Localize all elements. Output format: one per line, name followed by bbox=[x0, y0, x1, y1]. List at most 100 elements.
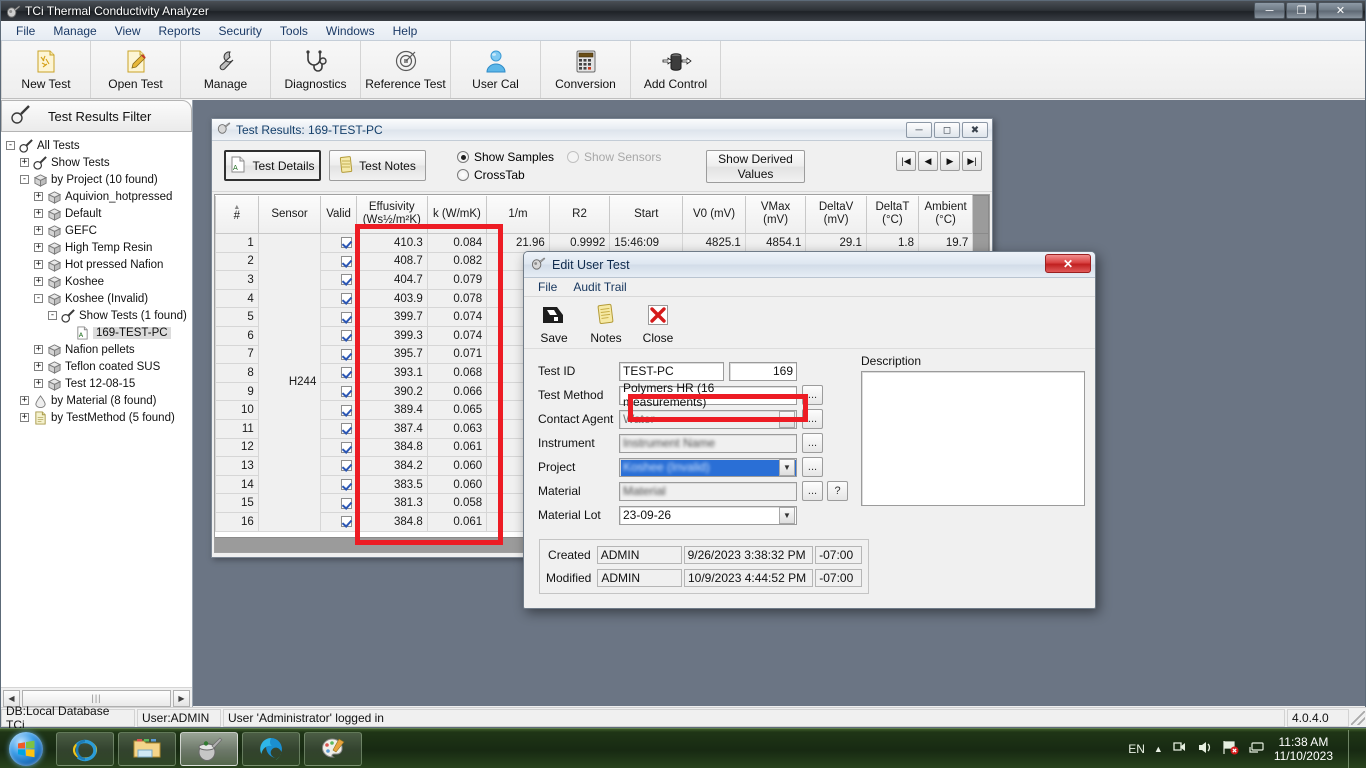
radio-show-samples[interactable]: Show Samples bbox=[457, 148, 554, 166]
cell-valid-checkbox[interactable] bbox=[320, 437, 357, 458]
toolbar-button-manage[interactable]: Manage bbox=[181, 41, 271, 98]
nav-last-button[interactable]: ▶| bbox=[962, 151, 982, 171]
tree-node[interactable]: + by Material (8 found) bbox=[4, 392, 192, 409]
collapse-icon[interactable]: - bbox=[34, 294, 43, 303]
menu-help[interactable]: Help bbox=[384, 22, 427, 40]
test-results-minimize-button[interactable]: ─ bbox=[906, 122, 932, 138]
cell-valid-checkbox[interactable] bbox=[320, 493, 357, 513]
column-header[interactable]: Effusivity (Ws½/m²K) bbox=[355, 195, 428, 234]
column-header[interactable]: V0 (mV) bbox=[682, 195, 746, 234]
expand-icon[interactable]: + bbox=[34, 277, 43, 286]
instrument-browse-button[interactable]: ... bbox=[802, 433, 823, 453]
taskbar-item-internet-explorer[interactable] bbox=[56, 731, 114, 766]
menu-manage[interactable]: Manage bbox=[44, 22, 105, 40]
dialog-menu-file[interactable]: File bbox=[530, 279, 565, 295]
menu-file[interactable]: File bbox=[7, 22, 44, 40]
test-details-button[interactable]: A Test Details bbox=[224, 150, 321, 181]
column-header[interactable]: Valid bbox=[320, 195, 357, 234]
nav-first-button[interactable]: |◀ bbox=[896, 151, 916, 171]
cell-valid-checkbox[interactable] bbox=[320, 456, 357, 476]
tree-node[interactable]: + Teflon coated SUS bbox=[4, 358, 192, 375]
contact-agent-browse-button[interactable]: ... bbox=[802, 409, 823, 429]
test-notes-button[interactable]: Test Notes bbox=[329, 150, 426, 181]
project-browse-button[interactable]: ... bbox=[802, 457, 823, 477]
dialog-menu-audit-trail[interactable]: Audit Trail bbox=[565, 279, 634, 295]
expand-icon[interactable]: + bbox=[34, 192, 43, 201]
tray-action-center-icon[interactable] bbox=[1172, 740, 1188, 758]
menu-windows[interactable]: Windows bbox=[317, 22, 384, 40]
expand-icon[interactable]: + bbox=[34, 379, 43, 388]
expand-icon[interactable]: + bbox=[20, 413, 29, 422]
toolbar-button-new-test[interactable]: New Test bbox=[1, 41, 91, 98]
material-input[interactable]: Material bbox=[619, 481, 797, 501]
test-method-browse-button[interactable]: ... bbox=[802, 385, 823, 405]
column-header[interactable]: R2 bbox=[548, 195, 611, 234]
expand-icon[interactable]: + bbox=[34, 209, 43, 218]
dialog-close-button[interactable]: ✕ bbox=[1045, 254, 1091, 273]
chevron-down-icon[interactable]: ▼ bbox=[779, 506, 795, 524]
column-header[interactable]: Sensor bbox=[257, 195, 322, 234]
tray-show-hidden-icon[interactable]: ▲ bbox=[1154, 744, 1163, 754]
column-header[interactable]: 1/m bbox=[486, 195, 550, 234]
tree-node[interactable]: + High Temp Resin bbox=[4, 239, 192, 256]
menu-tools[interactable]: Tools bbox=[271, 22, 317, 40]
cell-valid-checkbox[interactable] bbox=[320, 400, 357, 420]
column-header[interactable]: Start bbox=[609, 195, 684, 234]
expand-icon[interactable]: + bbox=[34, 345, 43, 354]
column-header[interactable]: DeltaT (°C) bbox=[865, 195, 920, 234]
show-desktop-button[interactable] bbox=[1348, 729, 1358, 768]
cell-valid-checkbox[interactable] bbox=[320, 307, 357, 327]
resize-grip[interactable] bbox=[1351, 711, 1365, 725]
test-results-restore-button[interactable]: ◻ bbox=[934, 122, 960, 138]
column-header[interactable]: Ambient (°C) bbox=[917, 195, 974, 234]
column-header[interactable]: DeltaV (mV) bbox=[805, 195, 867, 234]
dialog-save-button[interactable]: Save bbox=[528, 299, 580, 348]
column-header[interactable]: VMax (mV) bbox=[744, 195, 807, 234]
tree-node[interactable]: - by Project (10 found) bbox=[4, 171, 192, 188]
expand-icon[interactable]: + bbox=[34, 226, 43, 235]
tray-language[interactable]: EN bbox=[1128, 742, 1145, 756]
maximize-button[interactable]: ❐ bbox=[1286, 2, 1317, 19]
nav-next-button[interactable]: ▶ bbox=[940, 151, 960, 171]
minimize-button[interactable]: ─ bbox=[1254, 2, 1285, 19]
close-button[interactable]: ✕ bbox=[1318, 2, 1363, 19]
tree-node[interactable]: A 169-TEST-PC bbox=[4, 324, 192, 341]
contact-agent-combo[interactable]: Water ▼ bbox=[619, 409, 797, 429]
cell-valid-checkbox[interactable] bbox=[320, 251, 357, 272]
tree-node[interactable]: + Test 12-08-15 bbox=[4, 375, 192, 392]
expand-icon[interactable]: + bbox=[20, 158, 29, 167]
tree-node[interactable]: - Show Tests (1 found) bbox=[4, 307, 192, 324]
cell-valid-checkbox[interactable] bbox=[320, 363, 357, 383]
tree-node[interactable]: + Aquivion_hotpressed bbox=[4, 188, 192, 205]
project-combo[interactable]: Koshee (Invalid) ▼ bbox=[619, 457, 797, 477]
toolbar-button-user-cal[interactable]: User Cal bbox=[451, 41, 541, 98]
test-results-close-button[interactable]: ✖ bbox=[962, 122, 988, 138]
radio-crosstab[interactable]: CrossTab bbox=[457, 166, 554, 184]
tree-node[interactable]: + Default bbox=[4, 205, 192, 222]
nav-prev-button[interactable]: ◀ bbox=[918, 151, 938, 171]
menu-view[interactable]: View bbox=[106, 22, 150, 40]
cell-valid-checkbox[interactable] bbox=[320, 270, 357, 290]
cell-valid-checkbox[interactable] bbox=[320, 288, 357, 309]
show-derived-values-button[interactable]: Show Derived Values bbox=[706, 150, 805, 183]
toolbar-button-add-control[interactable]: Add Control bbox=[631, 41, 721, 98]
tree-node[interactable]: + Show Tests bbox=[4, 154, 192, 171]
cell-valid-checkbox[interactable] bbox=[320, 233, 357, 253]
cell-valid-checkbox[interactable] bbox=[320, 511, 357, 532]
filter-tree[interactable]: - All Tests + Show Tests - by Project (10 fou… bbox=[1, 133, 192, 686]
expand-icon[interactable]: + bbox=[20, 396, 29, 405]
taskbar-item-microsoft-edge[interactable] bbox=[242, 731, 300, 766]
dialog-notes-button[interactable]: Notes bbox=[580, 299, 632, 348]
material-browse-button[interactable]: ... bbox=[802, 481, 823, 501]
collapse-icon[interactable]: - bbox=[48, 311, 57, 320]
taskbar-item-paint[interactable] bbox=[304, 731, 362, 766]
cell-valid-checkbox[interactable] bbox=[320, 344, 357, 365]
scroll-right-arrow[interactable]: ▶ bbox=[173, 689, 190, 707]
taskbar-item-file-explorer[interactable] bbox=[118, 731, 176, 766]
cell-valid-checkbox[interactable] bbox=[320, 381, 357, 402]
test-method-input[interactable]: Polymers HR (16 measurements) bbox=[619, 381, 797, 409]
menu-reports[interactable]: Reports bbox=[150, 22, 210, 40]
menu-security[interactable]: Security bbox=[210, 22, 271, 40]
cell-valid-checkbox[interactable] bbox=[320, 325, 357, 346]
column-header[interactable]: ▲ # bbox=[215, 195, 259, 234]
